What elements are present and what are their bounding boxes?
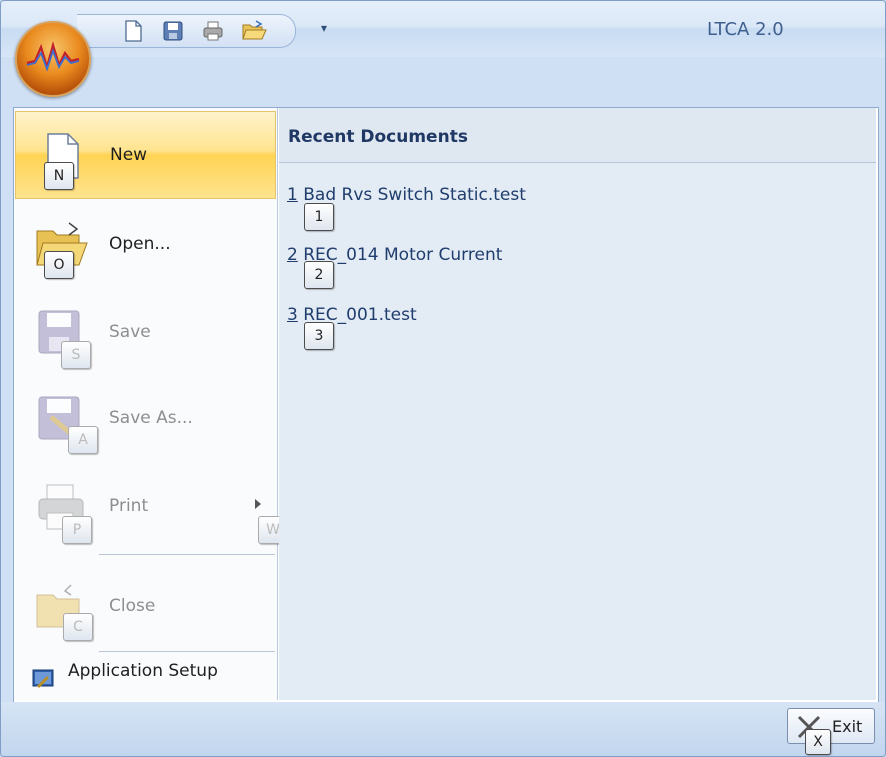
keytip-recent-2: 2 (304, 261, 334, 289)
print-submenu-arrow-icon (255, 499, 261, 509)
recent-document-number: 2 (287, 245, 298, 265)
menu-item-application-setup[interactable]: Application Setup (68, 661, 218, 681)
save-icon[interactable] (161, 19, 185, 43)
keytip-close: C (63, 613, 93, 641)
keytip-new: N (44, 162, 74, 190)
menu-item-open-label: Open... (109, 234, 171, 254)
menu-item-save: Save (15, 289, 276, 377)
keytip-open: O (44, 251, 74, 279)
menu-item-save-as-label: Save As... (109, 408, 193, 428)
print-icon[interactable] (201, 19, 225, 43)
quick-access-toolbar (77, 14, 296, 48)
menu-item-close: Close (15, 561, 276, 649)
menu-item-save-label: Save (109, 322, 151, 342)
menu-separator (99, 554, 275, 555)
recent-document-name: Bad Rvs Switch Static.test (303, 185, 526, 205)
new-document-icon[interactable] (121, 19, 145, 43)
customize-toolbar-dropdown[interactable]: ▾ (317, 19, 331, 37)
waveform-logo-icon (26, 41, 80, 72)
open-folder-icon[interactable] (241, 19, 267, 43)
keytip-save-as: A (68, 426, 98, 454)
keytip-print: P (62, 516, 92, 544)
keytip-exit: X (805, 729, 831, 755)
menu-item-print: Print (15, 463, 276, 551)
recent-documents-header: Recent Documents (279, 108, 876, 163)
recent-document-number: 1 (287, 185, 298, 205)
keytip-recent-1: 1 (304, 203, 334, 231)
recent-documents-panel: Recent Documents 1 Bad Rvs Switch Static… (279, 108, 876, 700)
keytip-save: S (61, 341, 91, 369)
menu-item-new-label: New (110, 145, 148, 165)
exit-button-label: Exit (832, 717, 863, 736)
application-window: ▾ LTCA 2.0 New N Open... O Save S Save A… (0, 0, 886, 757)
application-button[interactable] (15, 21, 91, 97)
menu-item-save-as: Save As... (15, 375, 276, 463)
menu-separator (99, 651, 275, 652)
menu-item-close-label: Close (109, 596, 156, 616)
title-bar: ▾ LTCA 2.0 (1, 1, 885, 57)
keytip-recent-3: 3 (304, 322, 334, 350)
application-setup-icon[interactable] (32, 668, 54, 690)
exit-button[interactable]: Exit (787, 708, 875, 744)
menu-item-print-label: Print (109, 496, 149, 516)
app-title: LTCA 2.0 (707, 19, 784, 40)
recent-document-item[interactable]: 1 Bad Rvs Switch Static.test (287, 185, 526, 205)
recent-document-number: 3 (287, 305, 298, 325)
menu-footer (1, 702, 885, 756)
recent-documents-title: Recent Documents (288, 127, 468, 147)
